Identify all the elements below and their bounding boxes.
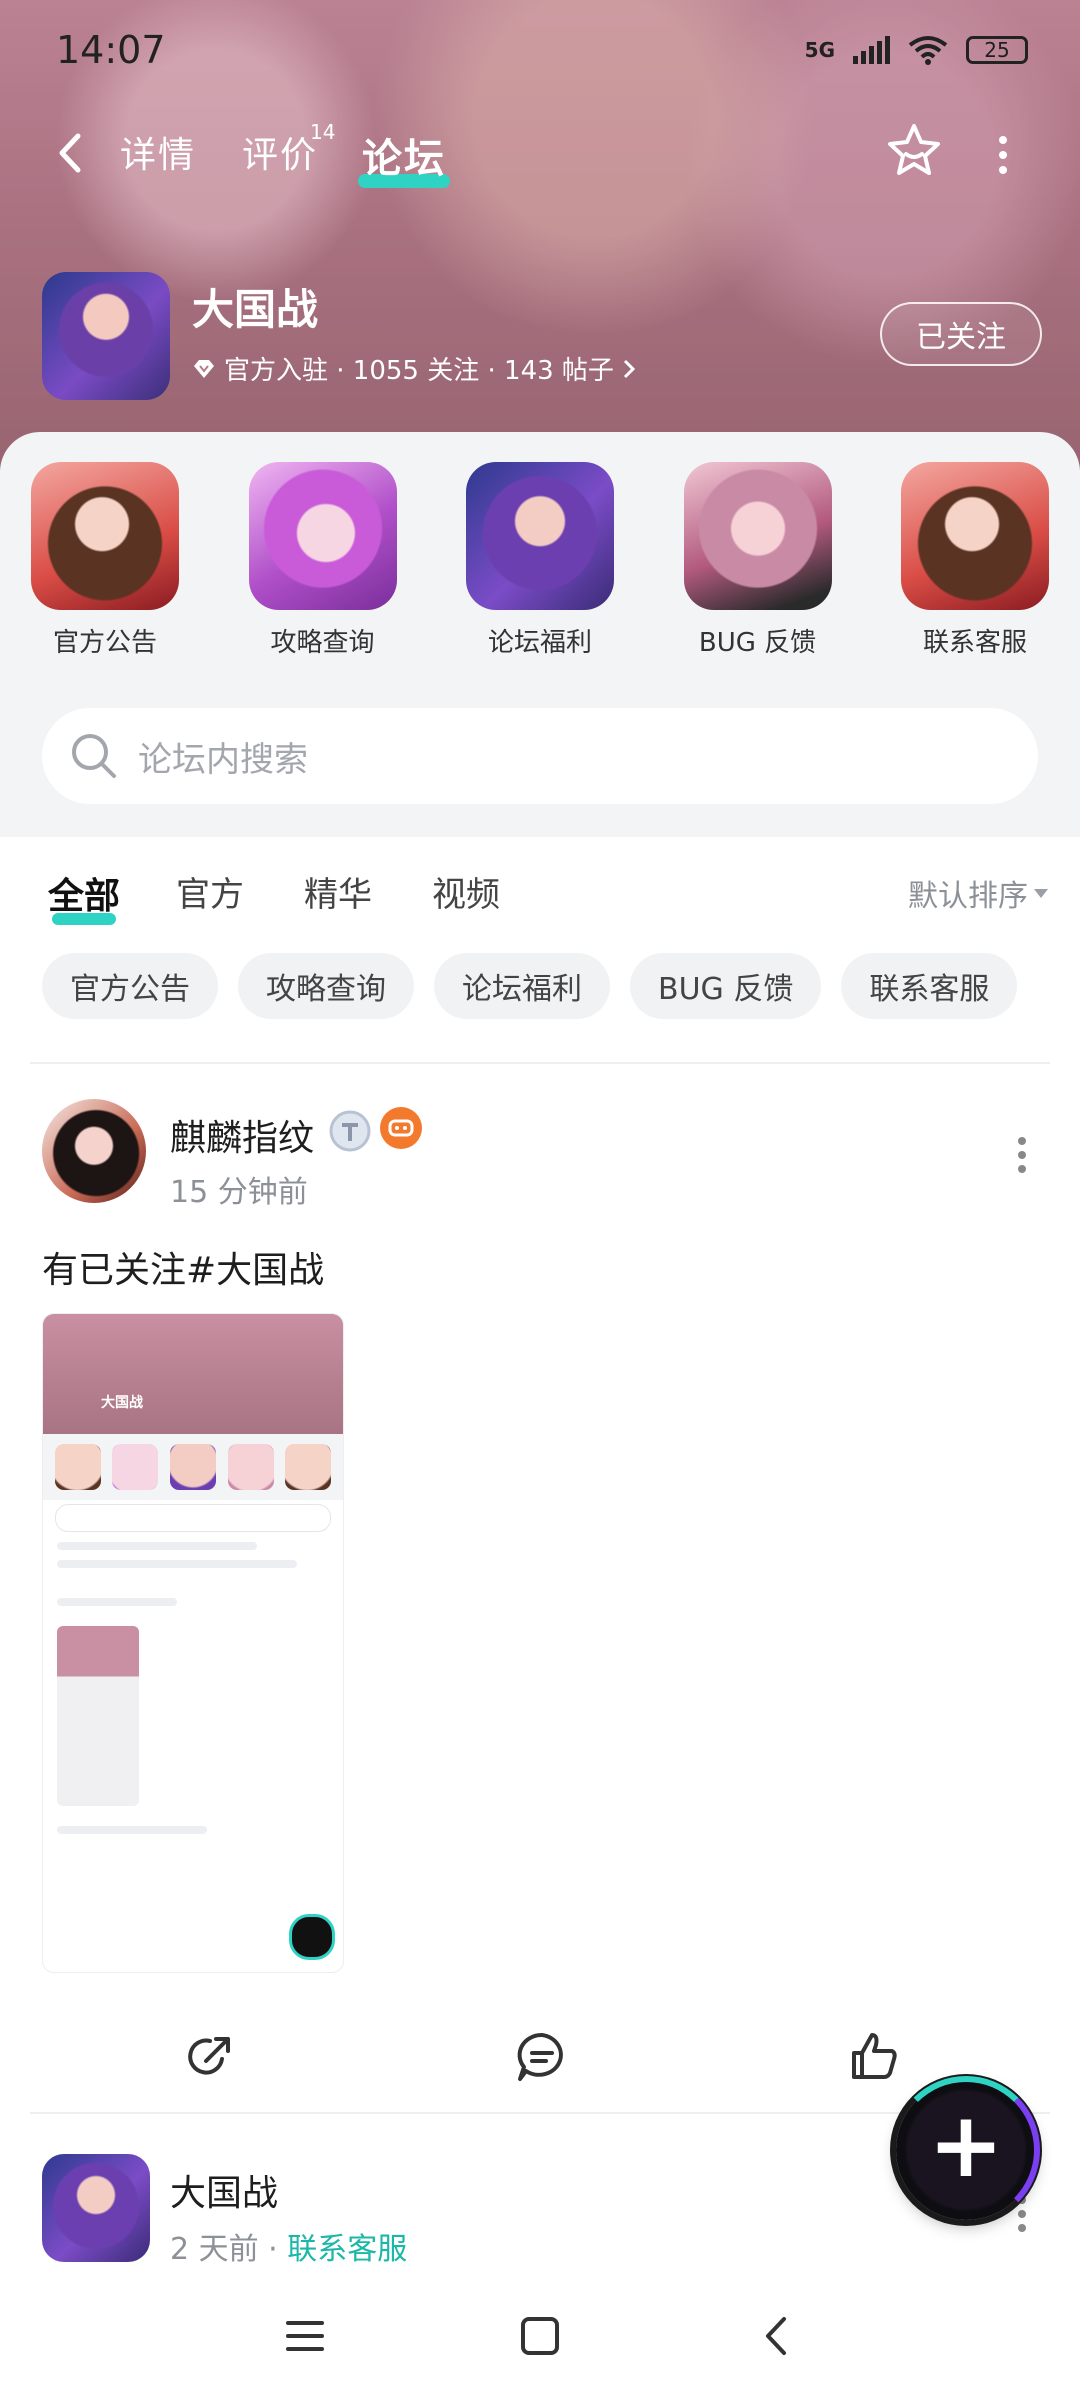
avatar[interactable] [42,2154,150,2262]
menu-icon[interactable] [280,2311,330,2361]
category-shortcuts: 官方公告 攻略查询 论坛福利 BUG 反馈 联系客服 [30,462,1050,659]
post-body-text: 有已关注#大国战 [42,1250,325,1291]
thumbnail-line [57,1560,297,1568]
avatar[interactable] [42,1099,146,1203]
forum-search-input[interactable]: 论坛内搜索 [42,708,1038,804]
status-bar: 14:07 5G 25 [0,0,1080,100]
favorite-star-icon[interactable] [886,120,942,180]
follow-button[interactable]: 已关注 [880,302,1042,366]
forum-feed: 全部 官方 精华 视频 默认排序 官方公告 攻略查询 论坛福利 BUG 反馈 联… [0,837,1080,2267]
post-author[interactable]: 麒麟指纹 [170,1109,314,1161]
thumbnail-search [55,1504,331,1532]
tab-details[interactable]: 详情 [120,126,196,178]
wifi-icon [908,36,948,65]
status-indicators: 5G 25 [805,35,1028,65]
category-label: 攻略查询 [270,628,375,658]
create-post-button[interactable]: + [892,2076,1040,2224]
thumbnail-fab [289,1914,335,1960]
topic-chips: 官方公告 攻略查询 论坛福利 BUG 反馈 联系客服 [42,953,1018,1019]
category-label: 联系客服 [922,628,1027,658]
reviews-count-badge: 14 [310,120,336,144]
game-info: 大国战 官方入驻 · 1055 关注 · 143 帖子 已关注 [42,272,1042,402]
game-icon [42,272,170,400]
share-icon[interactable] [182,2029,238,2085]
comment-icon[interactable] [514,2029,570,2085]
home-icon[interactable] [515,2311,565,2361]
chip-guides[interactable]: 攻略查询 [238,953,414,1019]
post-timestamp: 15 分钟前 [170,1175,308,1210]
post-more-icon[interactable] [1016,1135,1028,1175]
tab-all[interactable]: 全部 [48,867,120,925]
plus-icon: + [928,2093,1004,2198]
chevron-right-icon [623,359,636,378]
tab-reviews[interactable]: 评价 [242,126,318,178]
post-image[interactable]: 大国战 [42,1313,344,1973]
status-time: 14:07 [56,28,166,72]
category-bug-report[interactable]: BUG 反馈 [683,462,833,659]
category-support[interactable]: 联系客服 [900,462,1050,659]
chip-support[interactable]: 联系客服 [841,953,1018,1019]
caret-down-icon [1034,888,1048,898]
category-icon [901,462,1049,610]
network-label: 5G [804,38,835,62]
post-author[interactable]: 大国战 [170,2164,278,2216]
tab-video[interactable]: 视频 [432,867,500,916]
like-icon[interactable] [846,2029,902,2085]
sort-dropdown[interactable]: 默认排序 [908,871,1048,915]
tab-official[interactable]: 官方 [176,867,244,916]
category-label: 官方公告 [52,628,157,658]
battery-indicator: 25 [966,36,1028,64]
game-meta[interactable]: 官方入驻 · 1055 关注 · 143 帖子 [192,350,636,387]
post-time-text: 2 天前 · [170,2232,288,2267]
thumbnail-icons [43,1434,343,1500]
tab-forum[interactable]: 论坛 [358,126,450,188]
thumbnail-line [57,1542,257,1550]
thumbnail-icon [285,1444,332,1490]
category-icon [248,462,397,610]
thumbnail-icon [54,1444,101,1490]
thumbnail-icon [169,1444,216,1490]
post-category-tag[interactable]: 联系客服 [287,2232,407,2267]
thumbnail-header: 大国战 [43,1314,343,1434]
filter-tabs: 全部 官方 精华 视频 默认排序 [48,867,1048,937]
thumbnail-icon [112,1444,159,1490]
chip-bug-report[interactable]: BUG 反馈 [630,953,822,1019]
sort-label: 默认排序 [908,879,1028,914]
forum-header-sheet: 官方公告 攻略查询 论坛福利 BUG 反馈 联系客服 论坛内搜索 [0,432,1080,837]
category-guides[interactable]: 攻略查询 [248,462,398,659]
signal-icon [853,36,890,64]
thumbnail-inner-image [57,1626,139,1806]
thumbnail-line [57,1826,207,1834]
more-options-icon[interactable] [995,130,1011,180]
category-icon [466,462,614,610]
back-icon[interactable] [752,2311,802,2361]
divider [30,2112,1050,2114]
divider [30,1062,1050,1064]
search-placeholder: 论坛内搜索 [138,739,308,780]
verified-diamond-icon [194,359,214,378]
game-title: 大国战 [192,285,319,334]
back-arrow-icon[interactable] [50,128,90,178]
game-controller-icon [380,1107,422,1149]
tab-featured[interactable]: 精华 [304,867,372,916]
category-benefits[interactable]: 论坛福利 [465,462,615,659]
top-navigation: 详情 评价 14 论坛 [0,120,1080,190]
post-timestamp: 2 天前 · 联系客服 [170,2224,407,2268]
search-icon [72,734,116,778]
category-icon [31,462,179,610]
thumbnail-title: 大国战 [101,1395,143,1411]
category-label: 论坛福利 [487,628,592,658]
level-badge-icon [329,1110,371,1152]
chip-benefits[interactable]: 论坛福利 [434,953,610,1019]
category-icon [683,462,832,610]
category-official-notice[interactable]: 官方公告 [30,462,180,659]
post-actions [42,2029,1042,2099]
system-navigation-bar [0,2267,1080,2401]
chip-official-notice[interactable]: 官方公告 [42,953,218,1019]
category-label: BUG 反馈 [698,628,817,658]
thumbnail-icon [227,1444,274,1490]
game-meta-text: 官方入驻 · 1055 关注 · 143 帖子 [224,356,614,386]
thumbnail-line [57,1598,177,1606]
